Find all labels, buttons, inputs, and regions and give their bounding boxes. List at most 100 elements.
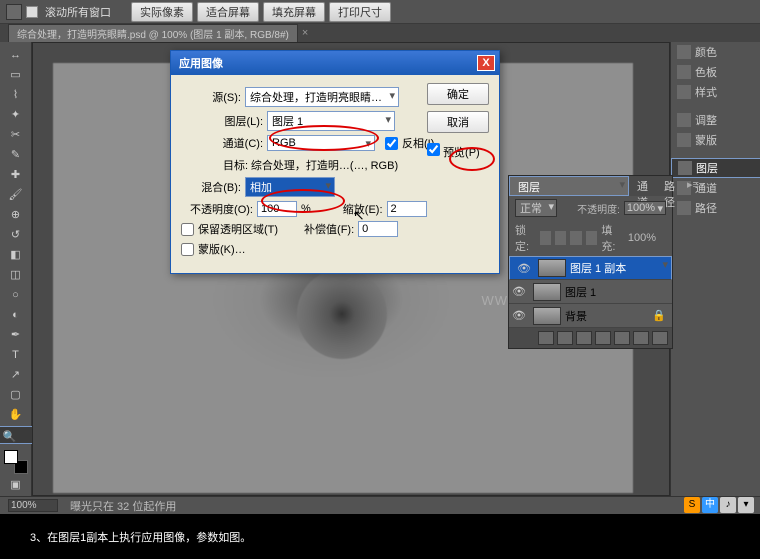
mask-label: 蒙版(K)…: [198, 241, 246, 257]
hand-tool[interactable]: ✋: [5, 406, 27, 424]
heal-tool[interactable]: ✚: [5, 166, 27, 184]
eraser-tool[interactable]: ◧: [5, 246, 27, 264]
system-tray: S 中 ♪ ▾: [684, 497, 754, 513]
close-icon[interactable]: X: [477, 55, 495, 71]
panel-layers[interactable]: 图层: [671, 158, 760, 178]
panel-style[interactable]: 样式: [671, 82, 760, 102]
panel-adjust[interactable]: 调整: [671, 110, 760, 130]
tab-channels[interactable]: 通道: [629, 176, 656, 196]
scroll-all-checkbox[interactable]: [26, 6, 38, 18]
path-tool[interactable]: ↗: [5, 366, 27, 384]
preview-label: 预览(P): [443, 147, 480, 159]
print-size-button[interactable]: 打印尺寸: [329, 2, 391, 22]
tray-icon-ime[interactable]: 中: [702, 497, 718, 513]
mask-add-icon[interactable]: [576, 331, 592, 345]
gradient-tool[interactable]: ◫: [5, 266, 27, 284]
opacity-value[interactable]: 100%: [624, 201, 666, 215]
toolbox: ↔ ▭ ⌇ ✦ ✂ ✎ ✚ 🖌 ⊕ ↺ ◧ ◫ ○ ◐ ✒ T ↗ ▢ ✋ 🔍 …: [0, 42, 32, 496]
layer-name: 图层 1 副本: [570, 260, 626, 276]
layer-thumb: [538, 259, 566, 277]
fx-icon[interactable]: [557, 331, 573, 345]
exposure-label: 曝光只在 32 位起作用: [70, 498, 176, 514]
layer-select[interactable]: 图层 1: [267, 111, 395, 131]
quickmask-icon[interactable]: ▣: [5, 476, 27, 494]
tray-icon-more[interactable]: ▾: [738, 497, 754, 513]
shape-tool[interactable]: ▢: [5, 386, 27, 404]
cancel-button[interactable]: 取消: [427, 111, 489, 133]
layer-row-bg[interactable]: 👁 背景 🔒: [509, 304, 672, 328]
layer-row-copy[interactable]: 👁 图层 1 副本: [509, 256, 672, 280]
new-layer-icon[interactable]: [633, 331, 649, 345]
fill-value[interactable]: 100%: [626, 232, 666, 244]
history-brush-tool[interactable]: ↺: [5, 226, 27, 244]
pen-tool[interactable]: ✒: [5, 326, 27, 344]
panel-mask[interactable]: 蒙版: [671, 130, 760, 150]
panel-path[interactable]: 路径: [671, 198, 760, 218]
crop-tool[interactable]: ✂: [5, 126, 27, 144]
offset-label: 补偿值(F):: [304, 221, 354, 237]
close-tab-icon[interactable]: ×: [302, 27, 308, 39]
visibility-icon[interactable]: 👁: [509, 309, 529, 322]
tool-preset-icon[interactable]: [6, 4, 22, 20]
lock-pos-icon[interactable]: [570, 231, 581, 245]
layer-name: 背景: [565, 308, 587, 324]
visibility-icon[interactable]: 👁: [514, 262, 534, 275]
channel-select[interactable]: RGB: [267, 135, 375, 151]
fit-screen-button[interactable]: 适合屏幕: [197, 2, 259, 22]
visibility-icon[interactable]: 👁: [509, 285, 529, 298]
offset-input[interactable]: [358, 221, 398, 237]
apply-image-dialog: 应用图像 X 确定 取消 预览(P) 源(S):综合处理，打造明亮眼睛… 图层(…: [170, 50, 500, 274]
lock-pixel-icon[interactable]: [555, 231, 566, 245]
opacity-input[interactable]: [257, 201, 297, 217]
scale-input[interactable]: [387, 201, 427, 217]
preview-checkbox[interactable]: [427, 143, 440, 156]
panel-swatch[interactable]: 色板: [671, 62, 760, 82]
mask-icon: [677, 133, 691, 147]
panel-menu-icon[interactable]: ▸≡: [683, 176, 703, 196]
layer-label: 图层(L):: [203, 113, 263, 129]
lasso-tool[interactable]: ⌇: [5, 86, 27, 104]
layer-row-1[interactable]: 👁图层 1: [509, 280, 672, 304]
tab-layers[interactable]: 图层: [509, 176, 629, 196]
invert-checkbox[interactable]: [385, 137, 398, 150]
color-icon: [677, 45, 691, 59]
path-icon: [677, 201, 691, 215]
eyedropper-tool[interactable]: ✎: [5, 146, 27, 164]
dodge-tool[interactable]: ◐: [5, 306, 27, 324]
lock-trans-icon[interactable]: [540, 231, 551, 245]
tab-paths[interactable]: 路径: [656, 176, 683, 196]
stamp-tool[interactable]: ⊕: [5, 206, 27, 224]
type-tool[interactable]: T: [5, 346, 27, 364]
dialog-titlebar[interactable]: 应用图像 X: [171, 51, 499, 75]
color-swatch[interactable]: [4, 450, 28, 474]
fill-screen-button[interactable]: 填充屏幕: [263, 2, 325, 22]
preserve-checkbox[interactable]: [181, 223, 194, 236]
ok-button[interactable]: 确定: [427, 83, 489, 105]
zoom-input[interactable]: [8, 499, 58, 512]
channel-label: 通道(C):: [203, 135, 263, 151]
lock-icon: 🔒: [652, 309, 666, 322]
group-icon[interactable]: [614, 331, 630, 345]
marquee-tool[interactable]: ▭: [5, 66, 27, 84]
trash-icon[interactable]: [652, 331, 668, 345]
blend-label: 混合(B):: [181, 179, 241, 195]
wand-tool[interactable]: ✦: [5, 106, 27, 124]
blur-tool[interactable]: ○: [5, 286, 27, 304]
panel-color[interactable]: 颜色: [671, 42, 760, 62]
mask-checkbox[interactable]: [181, 243, 194, 256]
blendmode-select[interactable]: 正常: [515, 199, 557, 217]
tray-icon-s[interactable]: S: [684, 497, 700, 513]
link-icon[interactable]: [538, 331, 554, 345]
move-tool[interactable]: ↔: [5, 46, 27, 64]
scale-label: 缩放(E):: [343, 201, 383, 217]
tray-icon-sound[interactable]: ♪: [720, 497, 736, 513]
document-tab[interactable]: 综合处理，打造明亮眼睛.psd @ 100% (图层 1 副本, RGB/8#): [8, 24, 298, 43]
blend-select[interactable]: 相加: [245, 177, 335, 197]
actual-pixels-button[interactable]: 实际像素: [131, 2, 193, 22]
brush-tool[interactable]: 🖌: [5, 186, 27, 204]
source-select[interactable]: 综合处理，打造明亮眼睛…: [245, 87, 399, 107]
adjustment-icon[interactable]: [595, 331, 611, 345]
target-label: 目标:: [223, 160, 248, 172]
lock-all-icon[interactable]: [586, 231, 597, 245]
layers-panel: 图层 通道 路径 ▸≡ 正常 不透明度: 100% 锁定: 填充: 100% 👁…: [508, 175, 673, 349]
